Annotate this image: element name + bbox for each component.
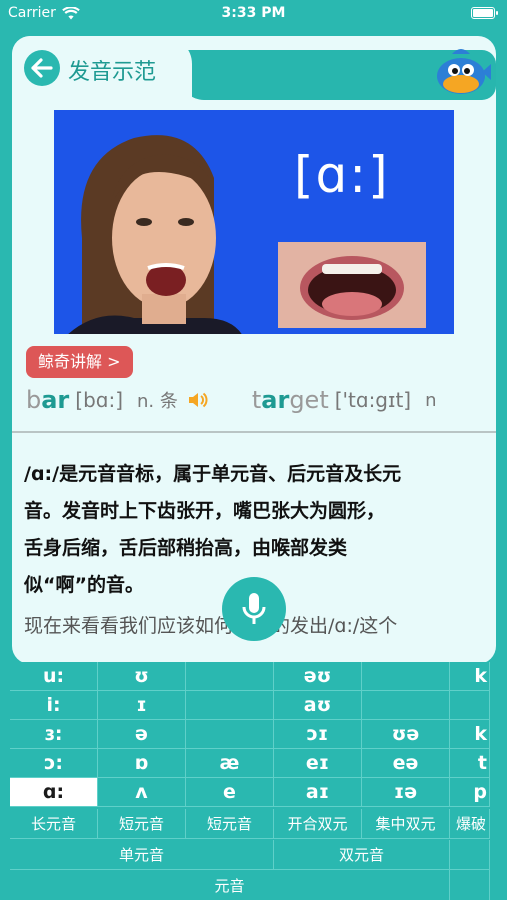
phoneme-key[interactable]: ɪ	[98, 691, 186, 720]
microphone-icon	[242, 593, 266, 624]
example-pos-1: n. 条	[137, 391, 178, 412]
speaker-icon[interactable]	[186, 388, 210, 412]
group-label	[450, 840, 490, 870]
example-phonetic-2: ['tɑ:gɪt]	[334, 388, 412, 412]
phoneme-key[interactable]: eɪ	[274, 749, 362, 778]
example-phonetic-1: [bɑ:]	[75, 388, 123, 412]
phoneme-key[interactable]: ɔɪ	[274, 720, 362, 749]
phoneme-key[interactable]: æ	[186, 749, 274, 778]
phoneme-key[interactable]: ə	[98, 720, 186, 749]
phoneme-key[interactable]: eə	[362, 749, 450, 778]
phoneme-key[interactable]: p	[450, 778, 490, 807]
category-label: 短元音	[98, 809, 186, 839]
phoneme-key[interactable]: ɒ	[98, 749, 186, 778]
phoneme-key[interactable]: t	[450, 749, 490, 778]
back-button[interactable]	[24, 50, 60, 86]
phoneme-key	[186, 662, 274, 691]
explain-button[interactable]: 鲸奇讲解 >	[26, 346, 133, 378]
phoneme-key[interactable]: aɪ	[274, 778, 362, 807]
description-line: 音。发音时上下齿张开，嘴巴张大为圆形，	[24, 500, 386, 522]
category-row: 长元音 短元音 短元音 开合双元 集中双元 爆破	[10, 809, 490, 839]
arrow-left-icon	[31, 58, 53, 78]
top-category-label	[450, 870, 490, 900]
phoneme-key[interactable]: i:	[10, 691, 98, 720]
example-word-2[interactable]: target	[252, 386, 329, 414]
phoneme-keyboard: u: ʊ əʊ k i: ɪ aʊ ɜ: ə ɔɪ ʊə k ɔ: ɒ æ eɪ…	[0, 662, 507, 900]
top-category-row: 元音	[10, 870, 490, 900]
phoneme-key	[186, 720, 274, 749]
description-line: /ɑ:/是元音音标，属于单元音、后元音及长元	[24, 463, 402, 485]
category-label: 长元音	[10, 809, 98, 839]
whale-mascot-icon	[437, 49, 491, 94]
phoneme-key[interactable]: aʊ	[274, 691, 362, 720]
phoneme-key[interactable]: e	[186, 778, 274, 807]
phoneme-key	[362, 662, 450, 691]
phoneme-key[interactable]: ʊ	[98, 662, 186, 691]
example-words: bar [bɑ:] n. 条 target ['tɑ:gɪt] n	[26, 384, 496, 416]
example-word-1[interactable]: bar	[26, 386, 69, 414]
phoneme-key	[450, 691, 490, 720]
phoneme-key[interactable]: ʌ	[98, 778, 186, 807]
phoneme-key[interactable]: əʊ	[274, 662, 362, 691]
divider	[12, 431, 496, 433]
phoneme-key[interactable]: u:	[10, 662, 98, 691]
top-category-label: 元音	[10, 870, 450, 900]
group-label: 双元音	[274, 840, 450, 870]
microphone-button[interactable]	[222, 577, 286, 641]
phoneme-key	[186, 691, 274, 720]
pronunciation-video[interactable]: [ɑ:]	[54, 110, 454, 334]
category-label: 爆破	[450, 809, 490, 839]
example-pos-2: n	[425, 389, 437, 411]
phoneme-key[interactable]: ɜ:	[10, 720, 98, 749]
category-label: 短元音	[186, 809, 274, 839]
group-row: 单元音 双元音	[10, 840, 490, 870]
phoneme-key[interactable]: k	[450, 662, 490, 691]
phoneme-key	[362, 691, 450, 720]
phoneme-key-selected[interactable]: ɑ:	[10, 778, 98, 807]
phoneme-key[interactable]: ɔ:	[10, 749, 98, 778]
battery-icon	[471, 7, 498, 19]
phoneme-key[interactable]: k	[450, 720, 490, 749]
category-label: 集中双元	[362, 809, 450, 839]
ipa-symbol: [ɑ:]	[294, 146, 390, 204]
mouth-closeup-image	[278, 242, 426, 328]
page-title: 发音示范	[68, 60, 157, 85]
phoneme-grid: u: ʊ əʊ k i: ɪ aʊ ɜ: ə ɔɪ ʊə k ɔ: ɒ æ eɪ…	[10, 662, 490, 807]
phoneme-key[interactable]: ɪə	[362, 778, 450, 807]
description-line: 舌身后缩，舌后部稍抬高，由喉部发类	[24, 537, 348, 559]
content-card: 发音示范 [ɑ:] 鲸奇讲解 > bar [bɑ:] n. 条 target […	[12, 36, 496, 664]
phoneme-key[interactable]: ʊə	[362, 720, 450, 749]
status-bar: Carrier 3:33 PM	[0, 0, 507, 28]
speaker-face-image	[68, 135, 242, 334]
clock: 3:33 PM	[221, 5, 286, 21]
group-label: 单元音	[10, 840, 274, 870]
category-label: 开合双元	[274, 809, 362, 839]
